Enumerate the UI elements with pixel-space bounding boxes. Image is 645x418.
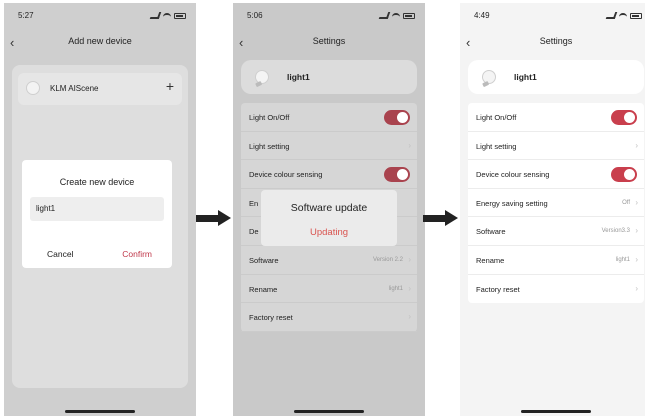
row-label: Light On/Off [476, 113, 517, 122]
colour-sensing-toggle[interactable] [384, 167, 410, 183]
status-time: 5:27 [18, 11, 34, 20]
row-colour-sensing: Device colour sensing [241, 160, 417, 189]
status-bar: 4:49 [474, 11, 642, 23]
chevron-right-icon: › [635, 283, 638, 293]
battery-icon [630, 12, 642, 19]
row-software[interactable]: Software Version3.3 › [468, 217, 644, 246]
row-label: Software [476, 227, 506, 237]
software-version: Version3.3 [601, 228, 630, 235]
chevron-right-icon: › [635, 140, 638, 150]
settings-list: Light On/Off Light setting › Device colo… [468, 103, 644, 304]
software-update-dialog: Software update Updating [261, 190, 397, 246]
home-indicator [294, 410, 364, 413]
phone-software-update-screen: 5:06 ‹ Settings light1 Light On/Off Ligh… [233, 3, 425, 416]
row-label: Light On/Off [249, 113, 290, 122]
row-light-onoff: Light On/Off [241, 103, 417, 132]
phone-settings-screen: 4:49 ‹ Settings light1 Light On/Off Ligh… [460, 3, 645, 416]
update-status: Updating [309, 227, 349, 238]
row-label: Factory reset [476, 284, 520, 294]
device-name-input[interactable]: light1 [30, 197, 164, 221]
row-rename[interactable]: Rename light1 › [241, 275, 417, 304]
bulb-icon [26, 81, 40, 95]
row-label: Rename [476, 255, 505, 265]
chevron-right-icon: › [635, 254, 638, 264]
status-bar: 5:27 [18, 11, 186, 23]
bulb-icon [252, 67, 272, 87]
row-label: En [249, 198, 259, 208]
arrow-right-icon [196, 210, 232, 226]
chevron-right-icon: › [408, 283, 411, 293]
row-energy-saving[interactable]: Energy saving setting Off › [468, 189, 644, 218]
wifi-icon [392, 12, 400, 19]
battery-icon [403, 12, 415, 19]
cancel-button[interactable]: Cancel [47, 249, 73, 259]
software-version: Version 2.2 [372, 256, 403, 263]
nav-bar: ‹ Settings [233, 33, 425, 53]
chevron-right-icon: › [408, 312, 411, 322]
device-name: KLM AIScene [50, 84, 99, 93]
dialog-title: Software update [290, 202, 368, 214]
chevron-right-icon: › [408, 254, 411, 264]
signal-icon [378, 12, 391, 19]
row-label: Light setting [249, 141, 290, 151]
status-time: 5:06 [247, 11, 263, 20]
device-header: light1 [241, 60, 417, 94]
nav-bar: ‹ Add new device [4, 33, 196, 53]
chevron-right-icon: › [635, 226, 638, 236]
signal-icon [149, 12, 162, 19]
colour-sensing-toggle[interactable] [611, 167, 637, 183]
row-light-onoff: Light On/Off [468, 103, 644, 132]
wifi-icon [619, 12, 627, 19]
home-indicator [65, 410, 135, 413]
row-label: Device colour sensing [476, 170, 550, 180]
battery-icon [174, 12, 186, 19]
energy-saving-value: Off [622, 199, 630, 206]
row-label: Energy saving setting [476, 198, 548, 208]
confirm-button[interactable]: Confirm [122, 249, 152, 259]
wifi-icon [163, 12, 171, 19]
status-time: 4:49 [474, 11, 490, 20]
home-indicator [521, 410, 591, 413]
nav-bar: ‹ Settings [460, 33, 645, 53]
device-name: light1 [514, 72, 537, 82]
row-label: Light setting [476, 141, 517, 151]
device-header: light1 [468, 60, 644, 94]
row-software[interactable]: Software Version 2.2 › [241, 246, 417, 275]
row-label: Software [249, 255, 279, 265]
row-light-setting[interactable]: Light setting › [468, 132, 644, 161]
rename-value: light1 [615, 256, 630, 263]
chevron-right-icon: › [408, 140, 411, 150]
light-onoff-toggle[interactable] [611, 110, 637, 125]
phone-add-device-screen: 5:27 ‹ Add new device KLM AIScene + Crea… [4, 3, 196, 416]
page-title: Add new device [68, 36, 132, 46]
row-colour-sensing: Device colour sensing [468, 160, 644, 189]
plus-icon[interactable]: + [166, 78, 174, 94]
status-bar: 5:06 [247, 11, 415, 23]
create-device-dialog: Create new device light1 Cancel Confirm [22, 160, 172, 268]
signal-icon [605, 12, 618, 19]
rename-value: light1 [388, 285, 403, 292]
row-label: Rename [249, 284, 278, 294]
row-label: Device colour sensing [249, 170, 323, 180]
row-factory-reset[interactable]: Factory reset › [241, 303, 417, 332]
row-label: De [249, 227, 259, 237]
row-label: Factory reset [249, 313, 293, 323]
device-name: light1 [287, 72, 310, 82]
device-item[interactable]: KLM AIScene + [18, 73, 182, 105]
row-rename[interactable]: Rename light1 › [468, 246, 644, 275]
light-onoff-toggle[interactable] [384, 110, 410, 125]
chevron-right-icon: › [635, 197, 638, 207]
arrow-right-icon [423, 210, 459, 226]
bulb-icon [479, 67, 499, 87]
row-factory-reset[interactable]: Factory reset › [468, 275, 644, 304]
row-light-setting[interactable]: Light setting › [241, 132, 417, 161]
page-title: Settings [539, 36, 573, 46]
dialog-title: Create new device [59, 177, 135, 187]
page-title: Settings [312, 36, 346, 46]
